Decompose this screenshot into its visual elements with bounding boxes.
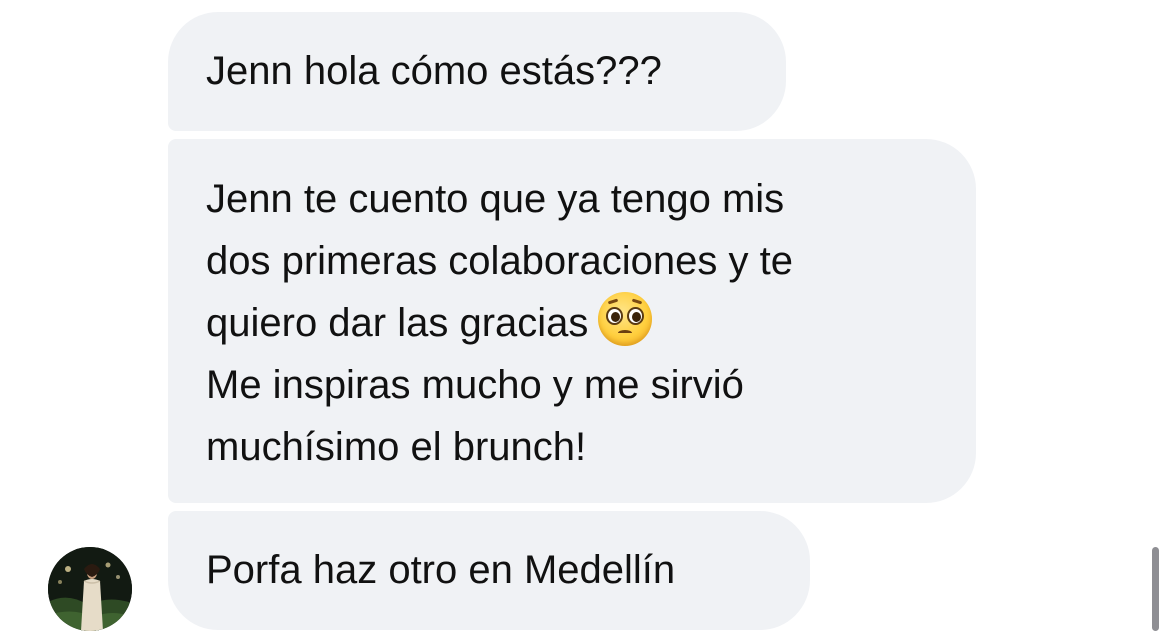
avatar[interactable] [48, 547, 132, 631]
scrollbar[interactable] [1152, 547, 1159, 631]
message-bubble[interactable]: Jenn te cuento que ya tengo mis dos prim… [168, 139, 976, 503]
message-text: Porfa haz otro en Medellín [206, 548, 676, 592]
message-text-line: quiero dar las gracias [206, 292, 938, 354]
chat-thread: Jenn hola cómo estás??? Jenn te cuento q… [0, 0, 1170, 631]
message-text: Jenn te cuento que ya tengo mis [206, 177, 785, 221]
pleading-face-icon [598, 292, 653, 346]
message-bubble[interactable]: Porfa haz otro en Medellín [168, 511, 810, 630]
avatar-photo [48, 547, 132, 631]
message-text: Jenn hola cómo estás??? [206, 49, 662, 93]
message-text: quiero dar las gracias [206, 301, 589, 345]
message-text: Me inspiras mucho y me sirvió [206, 363, 744, 407]
message-bubble[interactable]: Jenn hola cómo estás??? [168, 12, 786, 131]
message-text: muchísimo el brunch! [206, 425, 587, 469]
message-text: dos primeras colaboraciones y te [206, 239, 793, 283]
